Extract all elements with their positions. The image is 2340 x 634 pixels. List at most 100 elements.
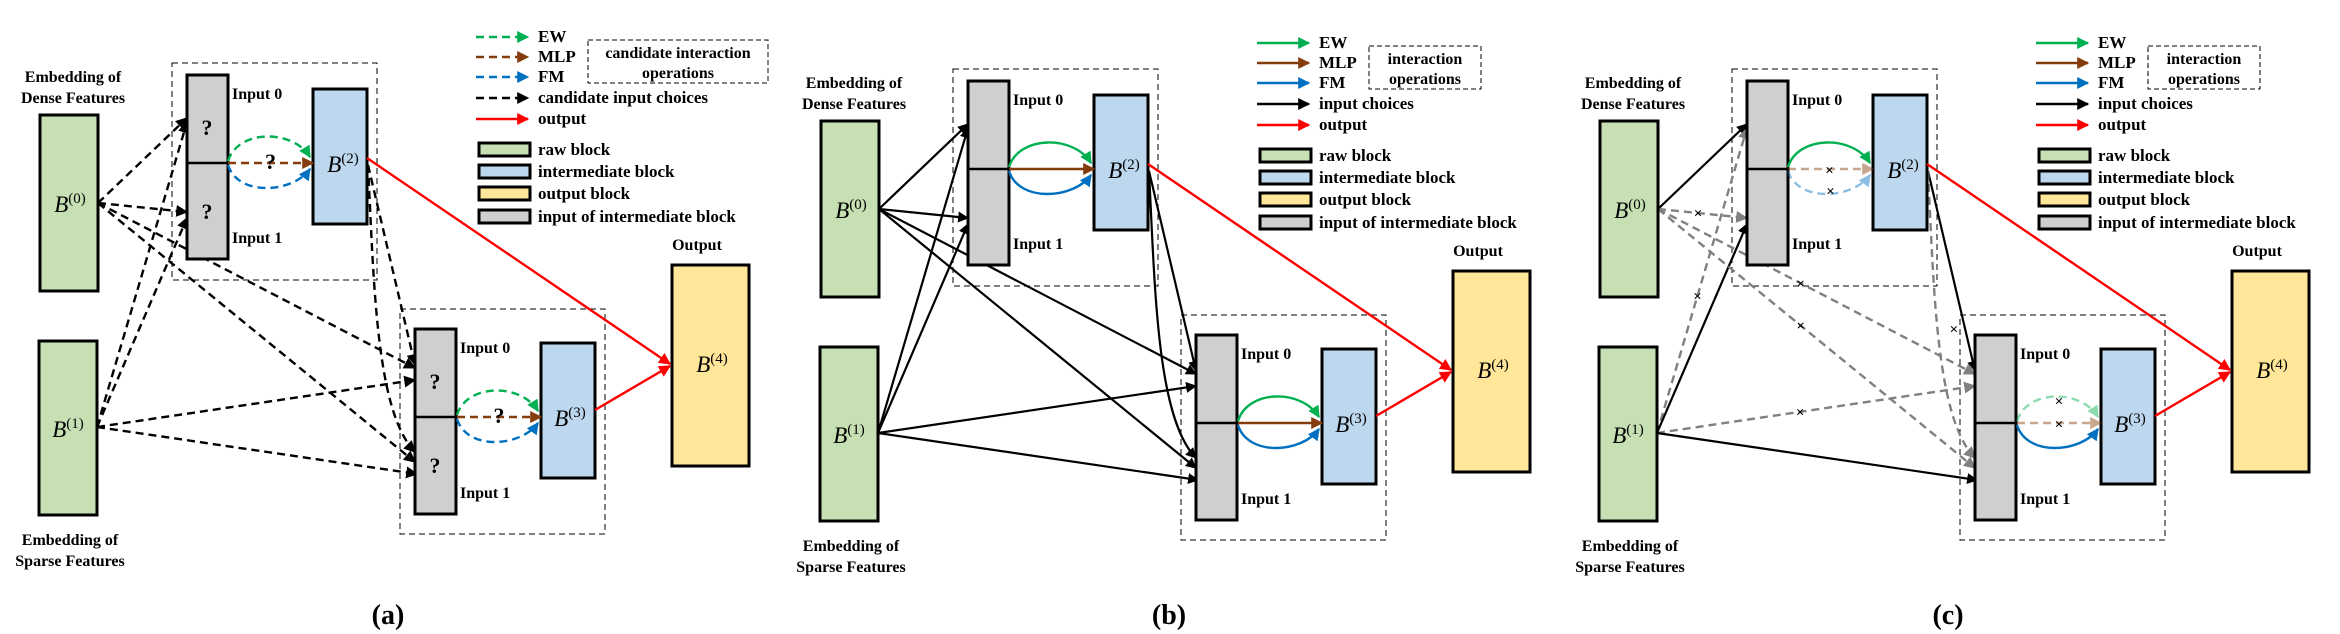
legend-ops-group-label: operations [1389, 71, 1461, 88]
input-1-label: Input 1 [1792, 236, 1842, 253]
input-choice-arrow [96, 375, 417, 429]
pruned-cross-mark: × [2055, 394, 2064, 410]
legend-label: EW [538, 27, 566, 46]
ew-op-arrow-b2 [1007, 141, 1093, 168]
panel-caption: (a) [372, 600, 405, 631]
output-arrow-b3 [594, 364, 672, 412]
input-0-label: Input 0 [232, 86, 282, 103]
block-2-input [185, 73, 230, 261]
input-choice-arrow [876, 126, 971, 434]
block-letter: B [835, 198, 849, 223]
legend-ops-group-label: candidate interaction [605, 45, 750, 62]
legend-input-swatch [2037, 214, 2092, 231]
block-superscript: (3) [2128, 411, 2146, 427]
unknown-op-mark: ? [265, 149, 276, 174]
block-superscript: (3) [1349, 411, 1367, 427]
legend-label: EW [2098, 33, 2126, 52]
pruned-cross-mark: × [1796, 319, 1805, 335]
legend-raw-swatch [477, 141, 532, 158]
input-choice-arrow [366, 164, 416, 453]
input-choice-arrow [1926, 170, 1976, 459]
pruned-cross-mark: × [1693, 289, 1702, 305]
input-choice-arrow [1147, 170, 1197, 459]
legend-ops-group-label: operations [2168, 71, 2240, 88]
dense-features-label: Dense Features [21, 90, 125, 107]
legend-raw-swatch [2037, 147, 2092, 164]
legend-label: intermediate block [1319, 168, 1456, 187]
input-choice-arrow [1656, 381, 1977, 435]
panel-b: Embedding of Dense Features Embedding of Sp… [796, 33, 1532, 631]
legend-label: MLP [2098, 53, 2136, 72]
sparse-features-label: Sparse Features [1575, 559, 1684, 576]
block-2-input [1745, 79, 1790, 267]
block-superscript: (1) [66, 416, 84, 432]
output-label: Output [2232, 243, 2282, 260]
legend-label: input of intermediate block [2098, 213, 2296, 232]
legend-label: candidate input choices [538, 88, 708, 107]
legend-label: MLP [1319, 53, 1357, 72]
input-choice-arrow [1147, 170, 1200, 373]
input-choice-arrow [878, 208, 1197, 375]
legend-output-swatch [2037, 191, 2092, 208]
sparse-features-label: Sparse Features [796, 559, 905, 576]
legend-label: output [1319, 115, 1368, 134]
legend-label: input of intermediate block [538, 207, 736, 226]
block-letter: B [2256, 358, 2270, 383]
unknown-input-mark: ? [202, 115, 213, 140]
block-superscript: (0) [1628, 197, 1646, 213]
legend-label: raw block [1319, 146, 1392, 165]
legend-output-swatch [477, 185, 532, 202]
block-3-input [413, 327, 458, 516]
legend: EWMLPFM input choices output interaction ope… [2036, 33, 2296, 232]
panel-a: Embedding of Dense Features Embedding of Sp… [15, 27, 769, 631]
block-letter: B [2114, 412, 2128, 437]
block-superscript: (4) [1491, 357, 1509, 373]
block-letter: B [554, 406, 568, 431]
legend-label: raw block [2098, 146, 2171, 165]
output-arrow-b3 [2154, 370, 2232, 418]
pruned-cross-mark: × [1950, 322, 1959, 338]
block-letter: B [1887, 158, 1901, 183]
legend-ops-group-label: interaction [1388, 51, 1463, 68]
pruned-cross-mark: × [1796, 276, 1805, 292]
legend-intermediate-swatch [1258, 169, 1313, 186]
block-3-input [1194, 333, 1239, 522]
dense-features-label: Embedding of [1585, 75, 1682, 92]
input-0-label: Input 0 [2020, 346, 2070, 363]
legend-input-swatch [1258, 214, 1313, 231]
nas-interaction-diagram: Embedding of Dense Features Embedding of Sp… [15, 27, 2311, 631]
legend-raw-swatch [1258, 147, 1313, 164]
input-0-label: Input 0 [460, 340, 510, 357]
panel-caption: (c) [1932, 600, 1963, 631]
block-3-input [1973, 333, 2018, 522]
sparse-features-label: Embedding of [1582, 538, 1679, 555]
input-1-label: Input 1 [1241, 491, 1291, 508]
legend-ops-group-label: interaction [2167, 51, 2242, 68]
input-0-label: Input 0 [1241, 346, 1291, 363]
legend-input-swatch [477, 208, 532, 225]
input-1-label: Input 1 [1013, 236, 1063, 253]
legend-label: output block [538, 184, 631, 203]
input-choice-arrow [1655, 222, 1749, 434]
unknown-input-mark: ? [202, 199, 213, 224]
input-choice-arrow [1657, 207, 1977, 376]
pruned-cross-mark: × [1825, 163, 1834, 179]
block-letter: B [1335, 412, 1349, 437]
block-letter: B [1612, 423, 1626, 448]
legend-label: output [538, 109, 587, 128]
block-superscript: (4) [710, 351, 728, 367]
block-letter: B [52, 417, 66, 442]
block-superscript: (1) [1626, 422, 1644, 438]
legend-label: intermediate block [2098, 168, 2235, 187]
legend-label: output block [2098, 190, 2191, 209]
block-letter: B [54, 192, 68, 217]
legend-label: output [2098, 115, 2147, 134]
input-choice-arrow [877, 431, 1200, 485]
block-superscript: (2) [341, 151, 359, 167]
output-arrow-b3 [1375, 370, 1453, 418]
block-letter: B [1477, 358, 1491, 383]
legend-label: EW [1319, 33, 1347, 52]
block-letter: B [1614, 198, 1628, 223]
input-choice-arrow [366, 164, 419, 367]
block-letter: B [833, 423, 847, 448]
